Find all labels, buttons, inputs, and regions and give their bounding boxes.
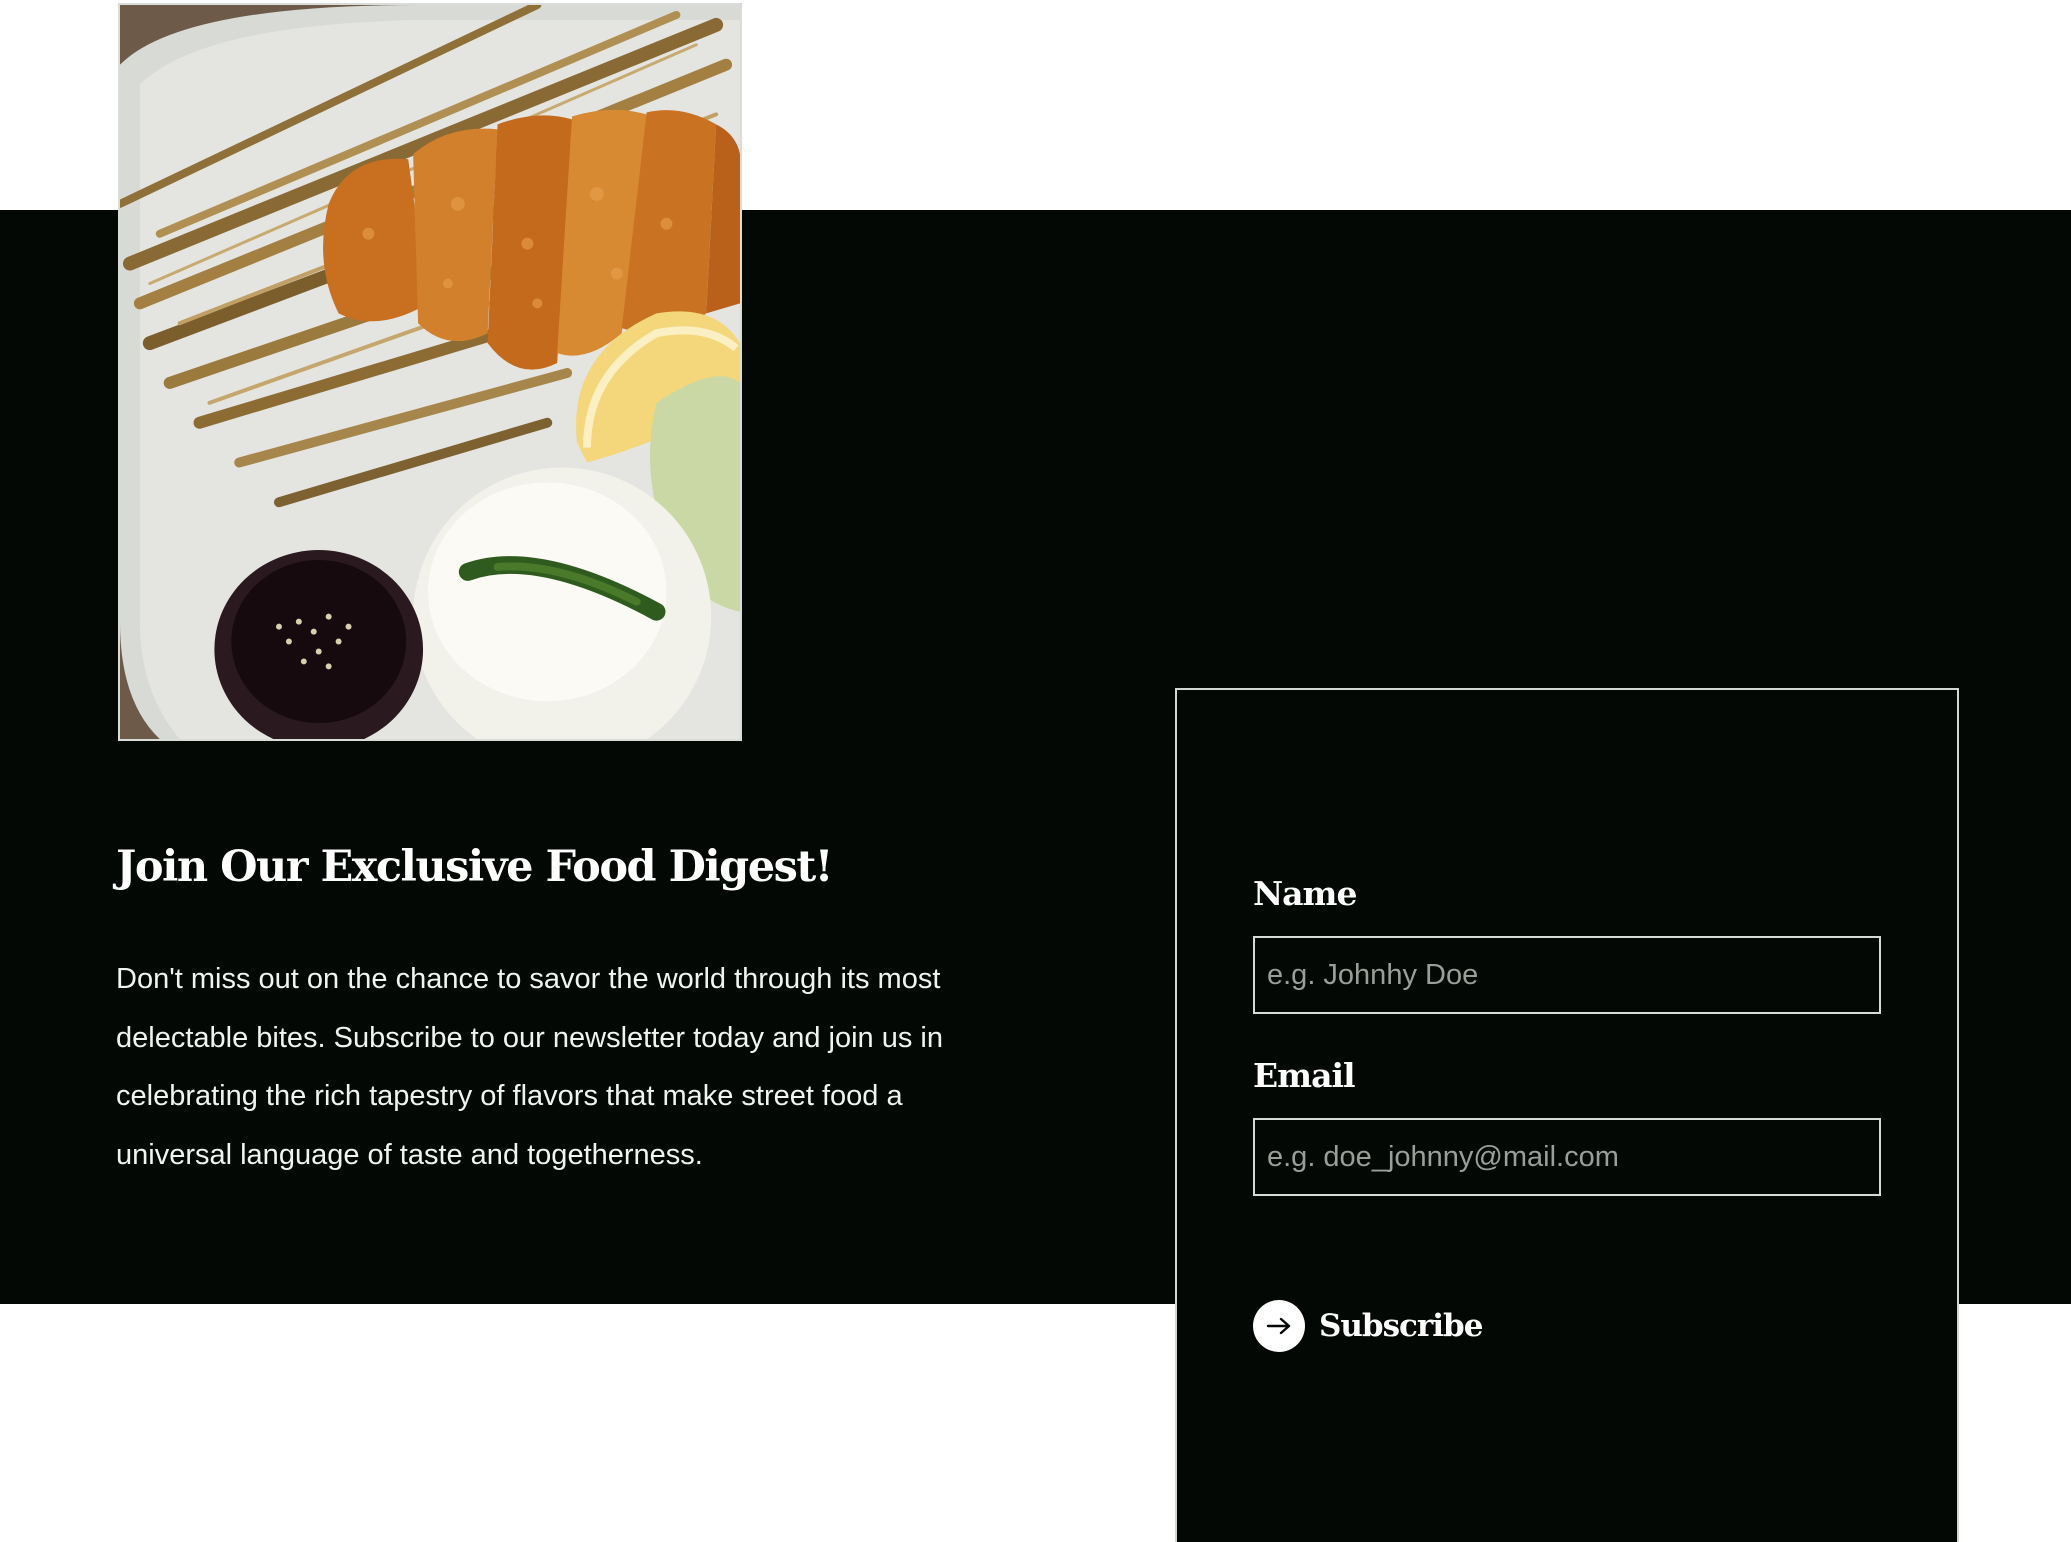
page: Join Our Exclusive Food Digest! Don't mi…	[0, 0, 2071, 1542]
email-label: Email	[1253, 1056, 1356, 1095]
newsletter-title: Join Our Exclusive Food Digest!	[116, 842, 834, 892]
subscribe-form: Name Email Subscribe	[1175, 688, 1959, 1542]
email-input[interactable]	[1253, 1118, 1881, 1196]
food-photo	[118, 3, 742, 741]
name-input[interactable]	[1253, 936, 1881, 1014]
food-photo-illustration	[120, 5, 740, 739]
subscribe-button[interactable]: Subscribe	[1253, 1300, 1483, 1352]
newsletter-description: Don't miss out on the chance to savor th…	[116, 963, 943, 1171]
arrow-right-icon	[1253, 1300, 1305, 1352]
subscribe-label: Subscribe	[1319, 1308, 1483, 1344]
name-label: Name	[1253, 874, 1357, 913]
